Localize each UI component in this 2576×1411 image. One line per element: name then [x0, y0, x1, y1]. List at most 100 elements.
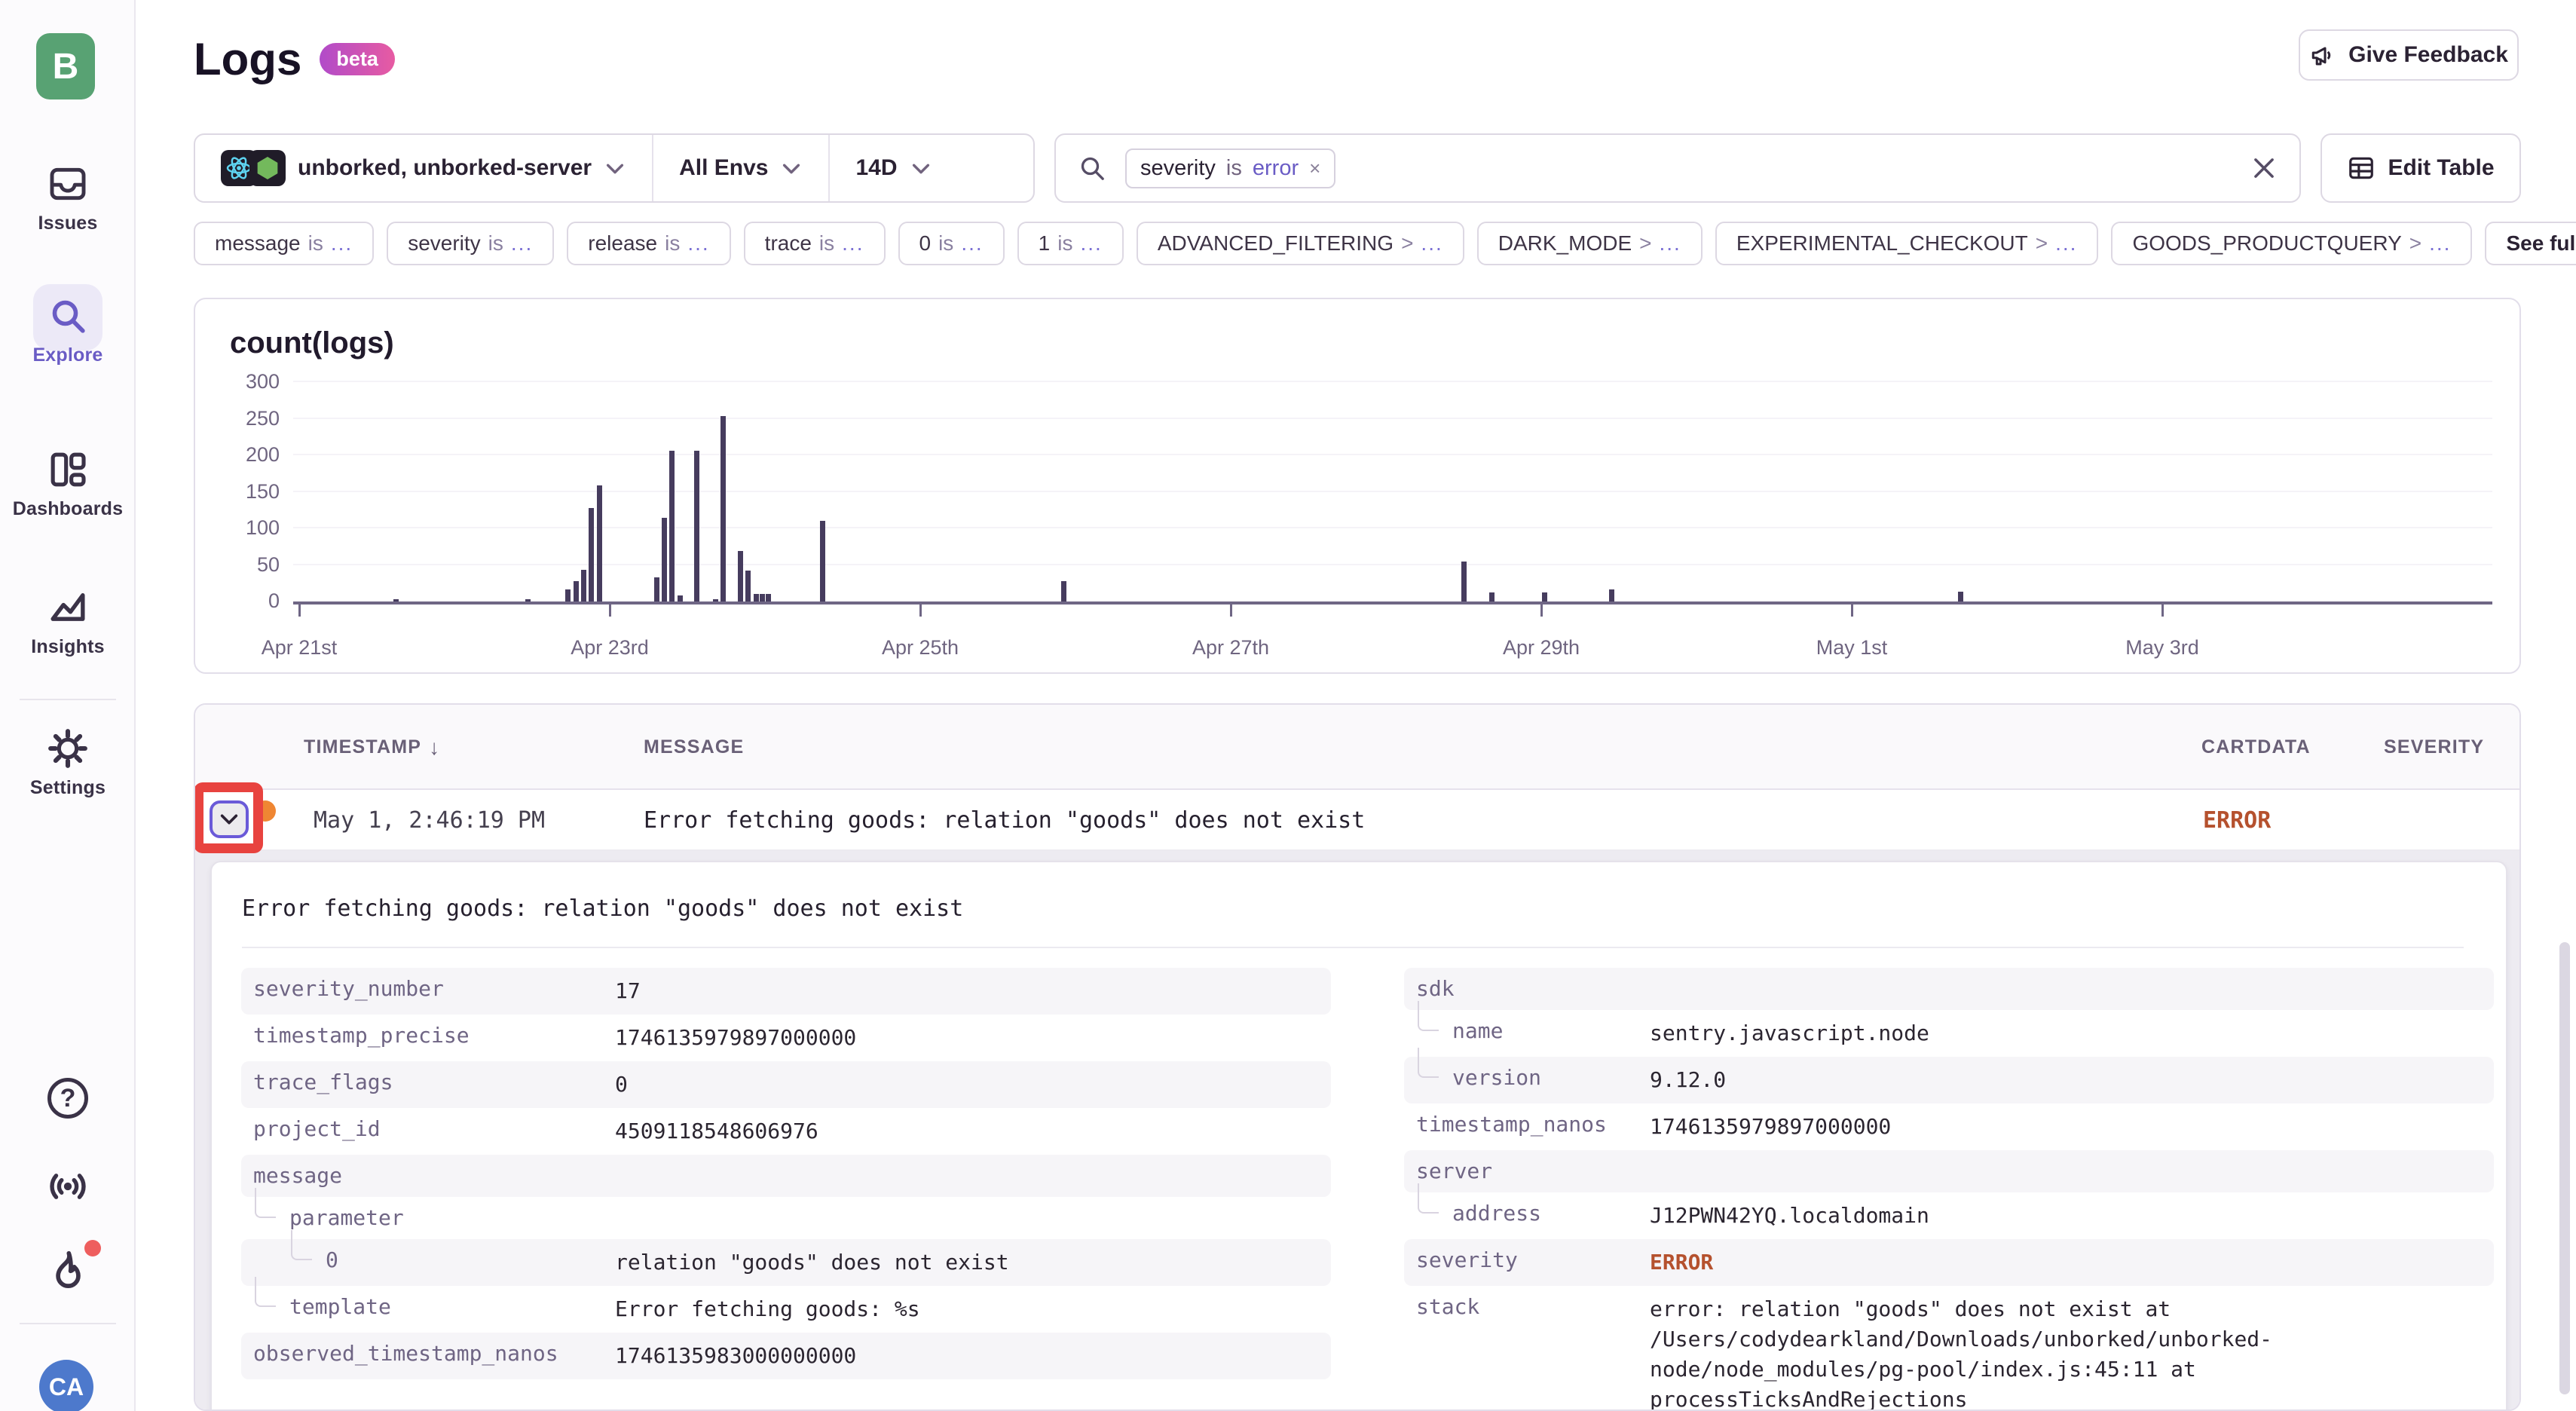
attribute-value [615, 1161, 1319, 1163]
chart-bar [678, 595, 683, 601]
chart-gridline [293, 564, 2492, 565]
sidebar-item-insights[interactable]: Insights [0, 586, 136, 658]
give-feedback-button[interactable]: Give Feedback [2299, 29, 2519, 81]
filter-chip-dark_mode[interactable]: DARK_MODE>... [1477, 222, 1703, 265]
chart-title: count(logs) [230, 326, 394, 360]
see-full-list-button[interactable]: See full list [2485, 222, 2576, 265]
sidebar-item-settings[interactable]: Settings [0, 727, 136, 799]
chart-plot[interactable]: 050100150200250300Apr 21stApr 23rdApr 25… [293, 382, 2492, 604]
attribute-key: observed_timestamp_nanos [253, 1341, 615, 1367]
filter-chip-0[interactable]: 0is... [898, 222, 1005, 265]
attribute-value: sentry.javascript.node [1650, 1016, 2482, 1048]
detail-row-timestamp_precise: timestamp_precise1746135979897000000 [241, 1015, 1331, 1061]
attribute-key: trace_flags [253, 1070, 615, 1095]
timestamp-cell: May 1, 2:46:19 PM [314, 790, 545, 851]
attribute-key: template [253, 1294, 615, 1320]
sidebar-item-label: Settings [0, 777, 136, 799]
sidebar-item-dashboards[interactable]: Dashboards [0, 448, 136, 520]
attribute-value: 9.12.0 [1650, 1063, 2482, 1095]
detail-row-severity: severityERROR [1404, 1239, 2494, 1286]
sidebar-item-issues[interactable]: Issues [0, 163, 136, 234]
chart-bar [720, 416, 726, 601]
filter-chip-message[interactable]: messageis... [194, 222, 374, 265]
table-icon [2347, 154, 2376, 182]
chevron-down-icon [780, 157, 803, 179]
column-header-message[interactable]: MESSAGE [644, 705, 744, 790]
y-axis-tick-label: 0 [212, 589, 280, 613]
attribute-value: 4509118548606976 [615, 1114, 1319, 1146]
chart-bar [1542, 592, 1547, 601]
dashboards-grid-icon [0, 448, 136, 491]
column-header-cartdata[interactable]: CARTDATA [2201, 705, 2311, 790]
filter-chip-severity[interactable]: severityis... [387, 222, 554, 265]
x-axis-tick-mark [1540, 604, 1543, 617]
project-selector[interactable]: unborked, unborked-server [195, 135, 652, 201]
attribute-value: 1746135979897000000 [615, 1021, 1319, 1053]
chart-bar [766, 594, 771, 601]
table-header: TIMESTAMP ↓ MESSAGE CARTDATA SEVERITY [195, 705, 2519, 790]
filter-chip-1[interactable]: 1is... [1017, 222, 1124, 265]
search-token-severity[interactable]: severity is error × [1125, 148, 1335, 188]
y-axis-tick-label: 150 [212, 480, 280, 503]
page-title-text: Logs [194, 33, 301, 85]
edit-table-button[interactable]: Edit Table [2321, 133, 2521, 203]
token-value: error [1253, 156, 1299, 181]
y-axis-tick-label: 200 [212, 443, 280, 467]
org-logo[interactable]: B [36, 33, 95, 99]
detail-row-version: version9.12.0 [1404, 1057, 2494, 1103]
chart-gridline [293, 418, 2492, 419]
sidebar: B Issues Explore Dashboards Insights Set… [0, 0, 136, 1411]
detail-attributes-left: severity_number17timestamp_precise174613… [241, 968, 1331, 1379]
search-input[interactable]: severity is error × [1054, 133, 2301, 203]
whats-new-button[interactable] [0, 1247, 136, 1294]
chart-gridline [293, 491, 2492, 492]
chart-gridline [293, 527, 2492, 528]
expand-row-button[interactable] [210, 800, 249, 838]
chart-gridline [293, 454, 2492, 455]
attribute-key: sdk [1416, 976, 1650, 1002]
filter-chip-release[interactable]: releaseis... [567, 222, 730, 265]
broadcast-button[interactable] [0, 1163, 136, 1210]
filter-chip-trace[interactable]: traceis... [744, 222, 886, 265]
detail-row-timestamp_nanos: timestamp_nanos1746135979897000000 [1404, 1103, 2494, 1150]
detail-divider [242, 947, 2464, 948]
chart-bar [1061, 581, 1066, 601]
sidebar-item-explore[interactable]: Explore [0, 295, 136, 366]
chart-bar [565, 589, 571, 601]
user-avatar[interactable]: CA [39, 1360, 93, 1411]
date-range-selector[interactable]: 14D [828, 135, 957, 201]
remove-token-icon[interactable]: × [1309, 157, 1320, 180]
filter-chip-advanced_filtering[interactable]: ADVANCED_FILTERING>... [1137, 222, 1464, 265]
chart-bar [694, 451, 699, 601]
column-header-severity[interactable]: SEVERITY [2384, 705, 2484, 790]
project-platform-icons [221, 150, 286, 186]
y-axis-tick-label: 50 [212, 553, 280, 577]
table-row[interactable]: May 1, 2:46:19 PM Error fetching goods: … [195, 790, 2519, 851]
detail-row-severity_number: severity_number17 [241, 968, 1331, 1015]
token-key: severity [1140, 156, 1216, 181]
y-axis-tick-label: 250 [212, 407, 280, 430]
filter-chip-experimental_checkout[interactable]: EXPERIMENTAL_CHECKOUT>... [1715, 222, 2099, 265]
detail-row-trace_flags: trace_flags0 [241, 1061, 1331, 1108]
column-label: SEVERITY [2384, 736, 2484, 758]
attribute-value: relation "goods" does not exist [615, 1245, 1319, 1278]
x-axis-tick-label: Apr 23rd [534, 636, 685, 660]
help-button[interactable]: ? [0, 1078, 136, 1119]
chart-bar [820, 521, 825, 601]
filter-chip-goods_productquery[interactable]: GOODS_PRODUCTQUERY>... [2111, 222, 2472, 265]
attribute-key: timestamp_nanos [1416, 1112, 1650, 1137]
clear-search-icon[interactable] [2250, 154, 2278, 182]
issues-inbox-icon [0, 163, 136, 205]
detail-row-address: addressJ12PWN42YQ.localdomain [1404, 1192, 2494, 1239]
message-cell: Error fetching goods: relation "goods" d… [644, 790, 1365, 851]
column-header-timestamp[interactable]: TIMESTAMP ↓ [304, 705, 440, 790]
detail-row-stack: stackerror: relation "goods" does not ex… [1404, 1286, 2494, 1411]
attribute-value: Error fetching goods: %s [615, 1292, 1319, 1324]
detail-row-sdk: sdk [1404, 968, 2494, 1010]
environment-selector[interactable]: All Envs [652, 135, 828, 201]
project-selector-label: unborked, unborked-server [298, 155, 592, 181]
x-axis-tick-mark [1851, 604, 1853, 617]
chart-bar [1489, 592, 1495, 601]
log-detail-card: Error fetching goods: relation "goods" d… [210, 861, 2507, 1411]
page-scrollbar-thumb[interactable] [2559, 942, 2570, 1394]
